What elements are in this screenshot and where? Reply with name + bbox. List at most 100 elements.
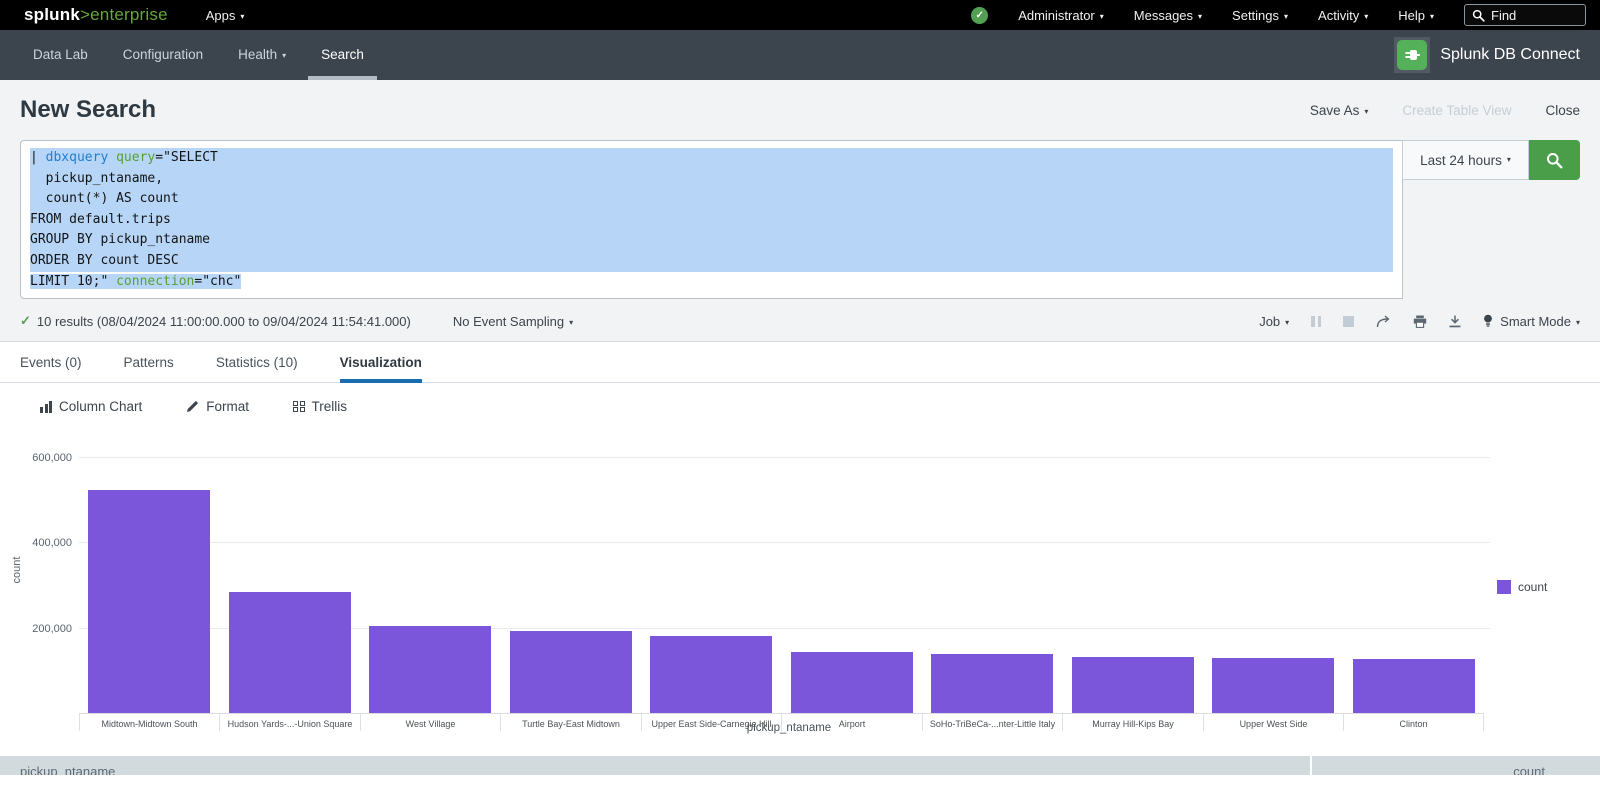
chart-legend: count (1497, 580, 1547, 594)
legend-label: count (1518, 580, 1547, 594)
menu-messages[interactable]: Messages▾ (1134, 8, 1202, 23)
bar-9[interactable] (1212, 658, 1334, 714)
format-button[interactable]: Format (186, 399, 249, 414)
search-icon (1472, 9, 1485, 22)
event-sampling-dropdown[interactable]: No Event Sampling▾ (453, 314, 573, 329)
query-line-5: GROUP BY pickup_ntaname (30, 230, 1393, 251)
y-axis-title: count (11, 540, 23, 600)
bar-2[interactable] (229, 592, 351, 714)
y-tick-label: 600,000 (0, 452, 80, 464)
legend-swatch (1497, 580, 1511, 594)
query-line-7: LIMIT 10;" connection="chc" (30, 272, 1393, 293)
chevron-down-icon: ▾ (1364, 12, 1368, 21)
chart-type-picker[interactable]: Column Chart (40, 399, 142, 414)
db-connect-plug-icon (1397, 40, 1427, 70)
job-menu[interactable]: Job▾ (1259, 314, 1289, 329)
job-toolbar: Job▾ Smart Mode▾ (1259, 314, 1580, 329)
app-icon-tile (1394, 37, 1430, 73)
bar-10[interactable] (1353, 659, 1475, 714)
close-button[interactable]: Close (1545, 103, 1580, 118)
results-tabs: Events (0) Patterns Statistics (10) Visu… (0, 342, 1600, 383)
time-range-picker[interactable]: Last 24 hours▾ (1402, 140, 1529, 180)
bar-4[interactable] (510, 631, 632, 714)
chevron-down-icon: ▾ (1507, 155, 1511, 164)
bulb-icon (1483, 314, 1493, 328)
find-search-box[interactable] (1464, 4, 1586, 26)
bar-7[interactable] (931, 654, 1053, 714)
tab-statistics[interactable]: Statistics (10) (216, 342, 298, 382)
query-line-4: FROM default.trips (30, 210, 1393, 231)
menu-settings[interactable]: Settings▾ (1232, 8, 1288, 23)
bar-1[interactable] (88, 490, 210, 714)
top-nav-right: ✓ Administrator▾ Messages▾ Settings▾ Act… (971, 4, 1586, 26)
header-actions: Save As▾ Create Table View Close (1310, 103, 1580, 118)
column-chart-icon (40, 401, 52, 413)
app-identity[interactable]: Splunk DB Connect (1394, 37, 1580, 73)
search-submit-button[interactable] (1529, 140, 1580, 180)
chevron-down-icon: ▾ (569, 318, 573, 327)
menu-activity[interactable]: Activity▾ (1318, 8, 1368, 23)
query-line-3: count(*) AS count (30, 189, 1393, 210)
share-icon[interactable] (1376, 315, 1391, 328)
check-icon: ✓ (20, 313, 31, 329)
x-axis-title: pickup_ntaname (88, 722, 1490, 734)
trellis-button[interactable]: Trellis (293, 399, 347, 414)
trellis-grid-icon (293, 401, 305, 413)
chevron-down-icon: ▾ (1364, 107, 1368, 116)
menu-help[interactable]: Help▾ (1398, 8, 1434, 23)
y-tick-label: 200,000 (0, 623, 80, 635)
nav-search[interactable]: Search (308, 30, 377, 80)
query-line-6: ORDER BY count DESC (30, 251, 1393, 272)
nav-data-lab[interactable]: Data Lab (20, 30, 101, 80)
results-summary: 10 results (08/04/2024 11:00:00.000 to 0… (37, 314, 411, 329)
chevron-down-icon: ▾ (282, 51, 286, 60)
search-bar-row: | dbxquery query="SELECT pickup_ntaname,… (0, 136, 1600, 299)
logo-brand: splunk (24, 5, 80, 24)
column-chart: 200,000400,000600,000 count Midtown-Midt… (0, 426, 1600, 741)
tab-events[interactable]: Events (0) (20, 342, 82, 382)
query-line-1: | dbxquery query="SELECT (30, 148, 1393, 169)
chevron-down-icon: ▾ (1284, 12, 1288, 21)
chart-plot-area: Midtown-Midtown SouthHudson Yards-...-Un… (88, 431, 1490, 714)
chevron-down-icon: ▾ (1576, 318, 1580, 327)
tab-patterns[interactable]: Patterns (124, 342, 174, 382)
bar-6[interactable] (791, 652, 913, 714)
pause-icon[interactable] (1311, 316, 1321, 327)
bar-5[interactable] (650, 636, 772, 714)
health-status-icon[interactable]: ✓ (971, 7, 988, 24)
pencil-icon (186, 400, 199, 413)
column-header-count[interactable]: count (1312, 756, 1600, 775)
job-status-bar: ✓ 10 results (08/04/2024 11:00:00.000 to… (0, 299, 1600, 329)
chevron-down-icon: ▾ (240, 12, 244, 21)
query-line-2: pickup_ntaname, (30, 169, 1393, 190)
app-name: Splunk DB Connect (1440, 46, 1580, 64)
splunk-logo[interactable]: splunk>enterprise (24, 5, 168, 25)
download-icon[interactable] (1449, 315, 1461, 328)
chevron-down-icon: ▾ (1100, 12, 1104, 21)
bar-8[interactable] (1072, 657, 1194, 714)
find-input[interactable] (1491, 8, 1576, 23)
search-section: New Search Save As▾ Create Table View Cl… (0, 80, 1600, 342)
statistics-table-header: pickup_ntaname count (0, 756, 1600, 775)
page-title: New Search (20, 96, 156, 124)
smart-mode-dropdown[interactable]: Smart Mode▾ (1483, 314, 1580, 329)
chevron-down-icon: ▾ (1285, 318, 1289, 327)
create-table-view-button: Create Table View (1402, 103, 1511, 118)
print-icon[interactable] (1413, 315, 1427, 328)
logo-separator: > (80, 5, 90, 24)
column-header-pickup-ntaname[interactable]: pickup_ntaname (0, 756, 1312, 775)
page-header-row: New Search Save As▾ Create Table View Cl… (0, 80, 1600, 136)
nav-configuration[interactable]: Configuration (110, 30, 216, 80)
bar-3[interactable] (369, 626, 491, 714)
nav-health[interactable]: Health▾ (225, 30, 299, 80)
chevron-down-icon: ▾ (1430, 12, 1434, 21)
menu-apps[interactable]: Apps▾ (206, 8, 245, 23)
tab-visualization[interactable]: Visualization (340, 342, 422, 382)
logo-product: enterprise (90, 5, 168, 24)
menu-administrator[interactable]: Administrator▾ (1018, 8, 1104, 23)
save-as-button[interactable]: Save As▾ (1310, 103, 1369, 118)
search-query-input[interactable]: | dbxquery query="SELECT pickup_ntaname,… (20, 140, 1403, 299)
stop-icon[interactable] (1343, 316, 1354, 327)
search-icon (1546, 152, 1563, 169)
app-nav-bar: Data Lab Configuration Health▾ Search Sp… (0, 30, 1600, 80)
